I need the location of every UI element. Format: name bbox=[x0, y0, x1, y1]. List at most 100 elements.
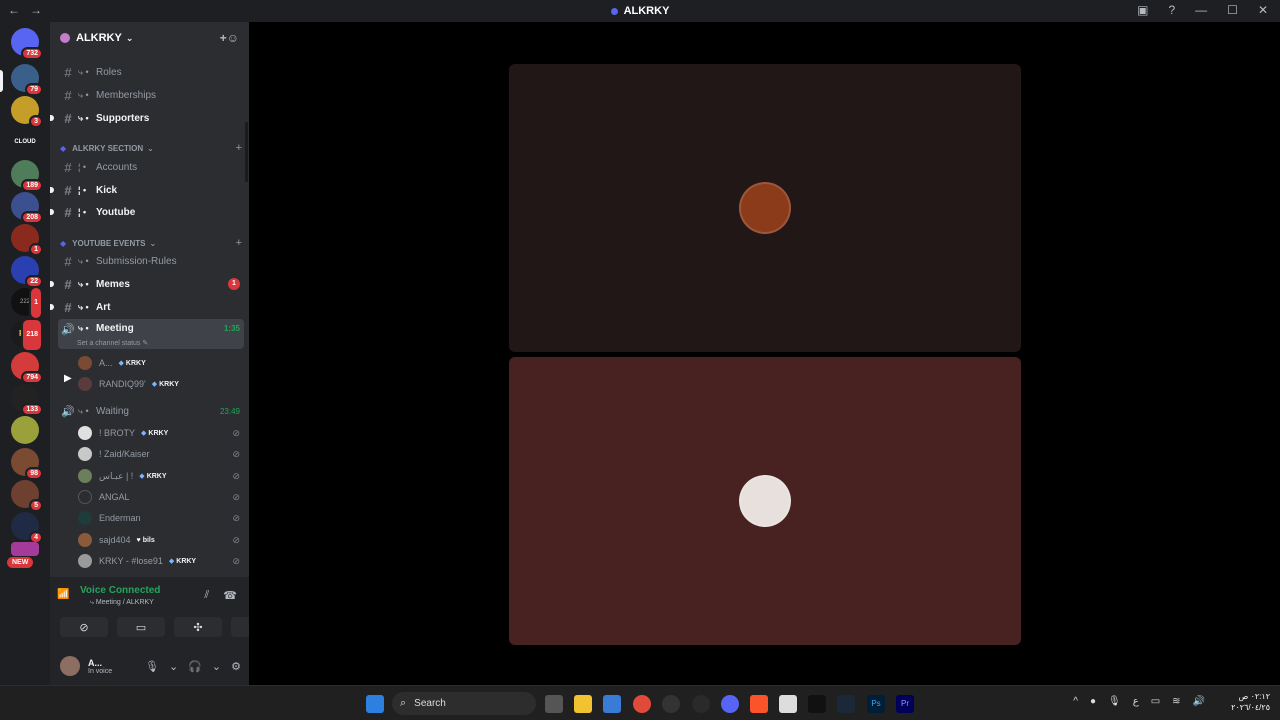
photoshop-icon[interactable]: Ps bbox=[867, 695, 885, 713]
headphones-icon[interactable]: 🎧 bbox=[188, 660, 202, 673]
channel-submission-rules[interactable]: # ⤷ • Submission-Rules bbox=[58, 251, 244, 271]
camera-button[interactable]: ⊘ bbox=[60, 617, 108, 637]
app-icon[interactable] bbox=[662, 695, 680, 713]
maximize-icon[interactable]: ☐ bbox=[1227, 3, 1238, 17]
channel-accounts[interactable]: # ¦ • Accounts bbox=[58, 157, 244, 177]
premiere-icon[interactable]: Pr bbox=[896, 695, 914, 713]
chevron-up-icon[interactable]: ^ bbox=[1073, 696, 1078, 707]
microphone-icon[interactable]: 🎙 bbox=[1108, 696, 1121, 707]
title-bar: ← → ALKRKY ▣ ? — ☐ ✕ bbox=[0, 0, 1280, 22]
chevron-down-icon[interactable]: ⌄ bbox=[212, 660, 221, 673]
voice-member[interactable]: Enderman ⊘ bbox=[78, 508, 244, 528]
voice-member[interactable]: ! BROTY ◆ KRKY ⊘ bbox=[78, 423, 244, 443]
store-icon[interactable] bbox=[603, 695, 621, 713]
server-icon-13[interactable]: 4 bbox=[11, 512, 43, 544]
wifi-icon[interactable]: ≋ bbox=[1172, 696, 1180, 707]
channel-kick[interactable]: # ¦ • Kick bbox=[50, 180, 244, 200]
server-icon-9[interactable]: 133 bbox=[11, 384, 43, 416]
server-badge: 5 bbox=[29, 499, 43, 512]
taskbar: ⌕ Search Ps Pr ^ ● 🎙 ع ▭ ≋ 🔊 ٠٢:١٢ ص ٢٠٢٦… bbox=[0, 685, 1280, 720]
voice-connected-label: Voice Connected bbox=[80, 585, 161, 596]
dm-badge: 732 bbox=[21, 47, 43, 60]
server-icon-cloud[interactable]: CLOUD bbox=[11, 128, 39, 156]
window-title: ALKRKY bbox=[0, 5, 1280, 17]
server-header[interactable]: ALKRKY ⌄ +☺ bbox=[50, 22, 249, 54]
create-channel-icon[interactable]: + bbox=[236, 237, 242, 249]
server-icon-5[interactable]: 1 bbox=[11, 224, 43, 256]
unread-pill bbox=[50, 209, 54, 215]
help-icon[interactable]: ? bbox=[1168, 3, 1175, 17]
server-icon-4[interactable]: 208 bbox=[11, 192, 43, 224]
server-icon-1[interactable]: 79 bbox=[11, 64, 43, 96]
notepad-icon[interactable] bbox=[779, 695, 797, 713]
noise-suppression-icon[interactable]: ⫽ bbox=[204, 589, 209, 602]
server-icon-8[interactable]: 794 bbox=[11, 352, 43, 384]
server-icon-11[interactable]: 98 bbox=[11, 448, 43, 480]
invite-people-icon[interactable]: +☺ bbox=[220, 31, 239, 45]
voice-location[interactable]: ⤷ Meeting / ALKRKY bbox=[90, 599, 154, 607]
participant-tile[interactable] bbox=[509, 64, 1021, 352]
voice-member[interactable]: A... ◆ KRKY bbox=[78, 353, 244, 373]
channel-youtube[interactable]: # ¦ • Youtube bbox=[50, 202, 244, 222]
create-channel-icon[interactable]: + bbox=[236, 142, 242, 154]
hash-icon: # bbox=[64, 159, 72, 175]
task-view-icon[interactable] bbox=[545, 695, 563, 713]
channel-supporters[interactable]: # ⤷ • Supporters bbox=[50, 108, 244, 128]
server-icon-pm[interactable]: PM218 bbox=[11, 318, 43, 352]
voice-member[interactable]: عبـاس | ! ◆ KRKY ⊘ bbox=[78, 466, 244, 486]
server-icon-7[interactable]: 222 1 bbox=[11, 286, 43, 320]
chevron-down-icon[interactable]: ⌄ bbox=[169, 660, 178, 673]
voice-member[interactable]: sajd404 ♥ bils ⊘ bbox=[78, 530, 244, 550]
voice-member[interactable]: ! Zaid/Kaiser ⊘ bbox=[78, 444, 244, 464]
brave-icon[interactable] bbox=[750, 695, 768, 713]
steelseries-icon[interactable] bbox=[692, 695, 710, 713]
server-icon-10[interactable] bbox=[11, 416, 39, 444]
server-icon-12[interactable]: 5 bbox=[11, 480, 43, 512]
user-info[interactable]: A... In voice bbox=[88, 658, 112, 675]
windows-start-icon[interactable] bbox=[366, 695, 384, 713]
gear-icon[interactable]: ⚙ bbox=[231, 660, 241, 673]
language-indicator[interactable]: ع bbox=[1133, 696, 1139, 707]
channel-memberships[interactable]: # ⤷ • Memberships bbox=[58, 85, 244, 105]
voice-member[interactable]: RANDIQ99' ◆ KRKY bbox=[78, 374, 244, 394]
taskbar-search[interactable]: ⌕ Search bbox=[392, 692, 536, 715]
channel-roles[interactable]: # ⤷ • Roles bbox=[58, 62, 244, 82]
voice-channel-waiting[interactable]: 🔊 ⤷ • Waiting 23:49 bbox=[58, 401, 244, 421]
category-alkrky-section[interactable]: ◆ ALKRKY SECTION ⌄ + bbox=[60, 140, 246, 156]
participant-tile[interactable] bbox=[509, 357, 1021, 645]
voice-member[interactable]: KRKY - #lose91 ◆ KRKY ⊘ bbox=[78, 551, 244, 571]
volume-icon[interactable]: 🔊 bbox=[1193, 696, 1205, 707]
screen-share-button[interactable]: ▭ bbox=[117, 617, 165, 637]
minimize-icon[interactable]: — bbox=[1195, 3, 1207, 17]
file-explorer-icon[interactable] bbox=[574, 695, 592, 713]
heart-icon: ♥ bbox=[136, 536, 141, 544]
channel-memes[interactable]: # ⤷ • Memes 1 bbox=[50, 274, 244, 294]
steam-icon[interactable] bbox=[837, 695, 855, 713]
direct-messages-icon[interactable]: 732 bbox=[11, 28, 43, 60]
signal-icon: 📶 bbox=[57, 589, 70, 600]
capcut-icon[interactable] bbox=[808, 695, 826, 713]
close-icon[interactable]: ✕ bbox=[1258, 3, 1268, 17]
voice-status[interactable]: 📶 Voice Connected bbox=[57, 585, 161, 600]
category-youtube-events[interactable]: ◆ YOUTUBE EVENTS ⌄ + bbox=[60, 235, 246, 251]
channel-status-prompt[interactable]: Set a channel status ✎ bbox=[77, 339, 277, 347]
server-icon-3[interactable]: 189 bbox=[11, 160, 43, 192]
microphone-icon[interactable]: 🎙 bbox=[145, 660, 159, 673]
server-icon-14[interactable] bbox=[11, 542, 39, 556]
clock[interactable]: ٠٢:١٢ ص ٢٠٢٦/٠٤/٢٥ bbox=[1231, 691, 1270, 713]
inbox-icon[interactable]: ▣ bbox=[1137, 3, 1148, 17]
discord-icon[interactable] bbox=[721, 695, 739, 713]
server-icon-6[interactable]: 22 bbox=[11, 256, 43, 288]
member-tag-label: KRKY bbox=[148, 430, 169, 437]
channel-art[interactable]: # ⤷ • Art bbox=[50, 297, 244, 317]
display-icon[interactable]: ▭ bbox=[1151, 696, 1160, 707]
hash-icon: # bbox=[64, 276, 72, 292]
chrome-icon[interactable] bbox=[633, 695, 651, 713]
avatar[interactable] bbox=[60, 656, 80, 676]
member-name: ! Zaid/Kaiser bbox=[99, 449, 150, 459]
disconnect-icon[interactable]: ☎ bbox=[223, 589, 237, 602]
tray-app-icon[interactable]: ● bbox=[1090, 696, 1096, 707]
voice-member[interactable]: ANGAL ⊘ bbox=[78, 487, 244, 507]
server-icon-2[interactable]: 3 bbox=[11, 96, 43, 128]
activities-button[interactable]: ✣ bbox=[174, 617, 222, 637]
